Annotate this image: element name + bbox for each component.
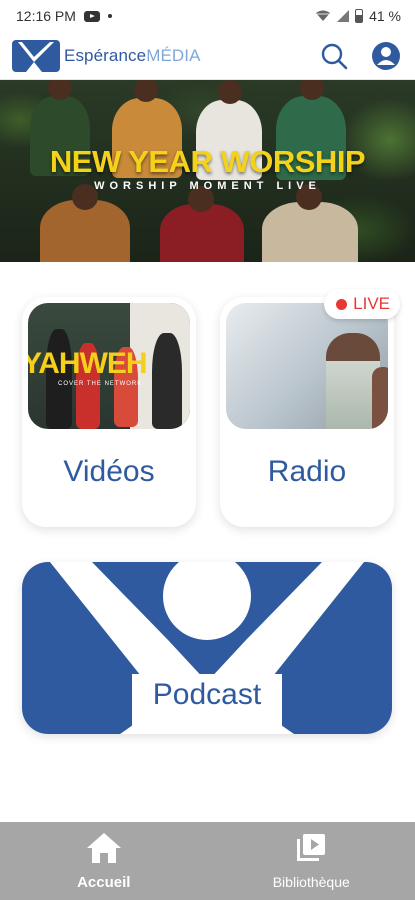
search-icon xyxy=(321,43,348,69)
header-actions xyxy=(319,41,401,71)
battery-icon xyxy=(355,9,364,23)
status-left: 12:16 PM xyxy=(16,8,112,24)
youtube-icon xyxy=(83,10,100,22)
podcast-card[interactable]: Podcast xyxy=(22,562,392,734)
radio-thumbnail xyxy=(226,303,388,429)
signal-icon xyxy=(337,10,350,22)
thumbnail-singer xyxy=(152,333,182,429)
account-icon xyxy=(372,41,400,70)
search-button[interactable] xyxy=(319,41,349,71)
nav-item-home[interactable]: Accueil xyxy=(0,822,208,900)
live-badge-label: LIVE xyxy=(353,294,390,313)
nav-item-library[interactable]: Bibliothèque xyxy=(208,822,415,900)
home-icon xyxy=(84,830,124,866)
hero-singer-head xyxy=(218,80,242,104)
status-right: 41 % xyxy=(315,8,401,24)
radio-card[interactable]: LIVE Radio xyxy=(220,289,400,527)
brand-name-primary: Espérance xyxy=(64,45,147,65)
battery-level: 41 % xyxy=(369,8,401,24)
hero-banner[interactable]: NEW YEAR WORSHIP WORSHIP MOMENT LIVE xyxy=(0,80,415,262)
hero-subtitle: WORSHIP MOMENT LIVE xyxy=(94,180,321,192)
podcast-label: Podcast xyxy=(152,678,262,711)
nav-item-library-label: Bibliothèque xyxy=(272,874,350,890)
bottom-navigation: Accueil Bibliothèque xyxy=(0,822,415,900)
hero-singer xyxy=(262,202,358,262)
dot-icon xyxy=(107,14,112,18)
library-icon xyxy=(291,830,331,866)
brand-logo-icon xyxy=(12,39,60,72)
status-time: 12:16 PM xyxy=(16,8,76,24)
videos-thumbnail: YAHWEH COVER THE NETWORK xyxy=(28,303,190,429)
brand-name-secondary: MÉDIA xyxy=(146,45,201,65)
brand-name: EspéranceMÉDIA xyxy=(64,46,201,66)
videos-card[interactable]: YAHWEH COVER THE NETWORK Vidéos xyxy=(22,297,196,527)
status-bar: 12:16 PM 41 % xyxy=(0,0,415,32)
videos-thumbnail-subtitle: COVER THE NETWORK xyxy=(58,381,143,387)
account-button[interactable] xyxy=(371,41,401,71)
videos-thumbnail-title: YAHWEH xyxy=(28,347,148,380)
radio-thumbnail-person xyxy=(372,367,388,429)
hero-singer xyxy=(160,204,244,262)
live-dot-icon xyxy=(336,298,348,310)
app-header: EspéranceMÉDIA xyxy=(0,32,415,80)
live-badge: LIVE xyxy=(324,289,400,319)
nav-item-home-label: Accueil xyxy=(77,874,131,891)
brand[interactable]: EspéranceMÉDIA xyxy=(12,39,201,72)
radio-label: Radio xyxy=(267,455,347,488)
hero-title: NEW YEAR WORSHIP xyxy=(49,144,366,179)
wifi-icon xyxy=(316,10,331,21)
videos-label: Vidéos xyxy=(63,455,155,488)
